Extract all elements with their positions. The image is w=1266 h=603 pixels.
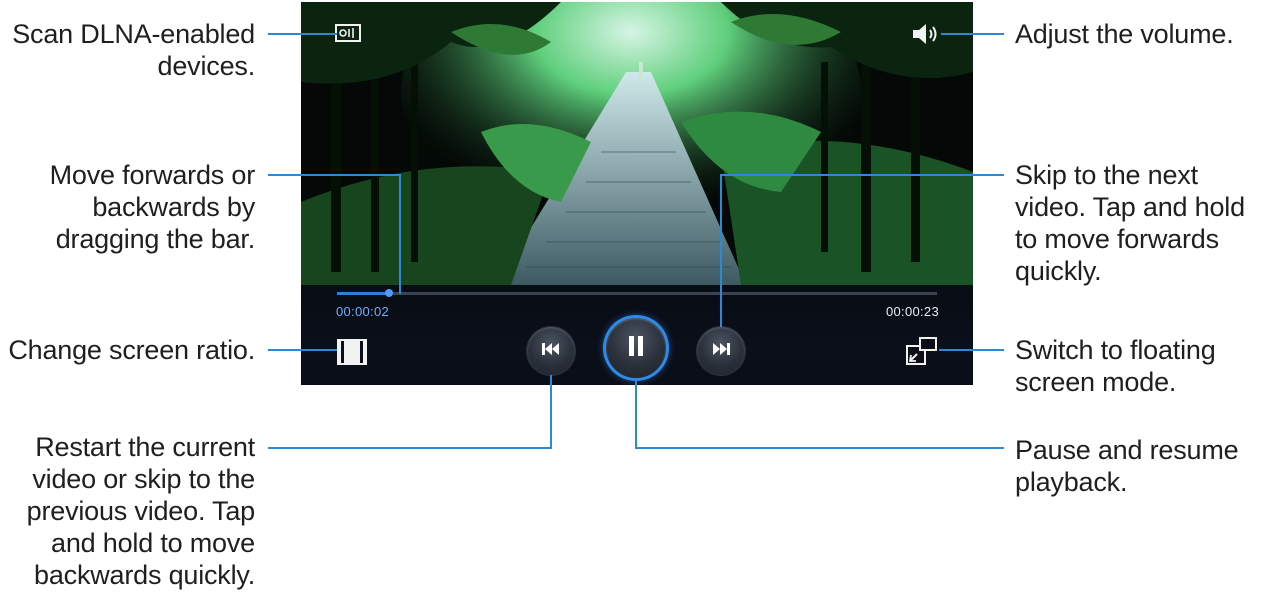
leader-line-previous xyxy=(268,375,552,449)
leader-line-pause-resume xyxy=(635,378,1004,449)
leader-line-next xyxy=(720,174,1004,327)
leader-line-seek-bar xyxy=(268,174,401,294)
leader-lines xyxy=(268,33,1004,449)
